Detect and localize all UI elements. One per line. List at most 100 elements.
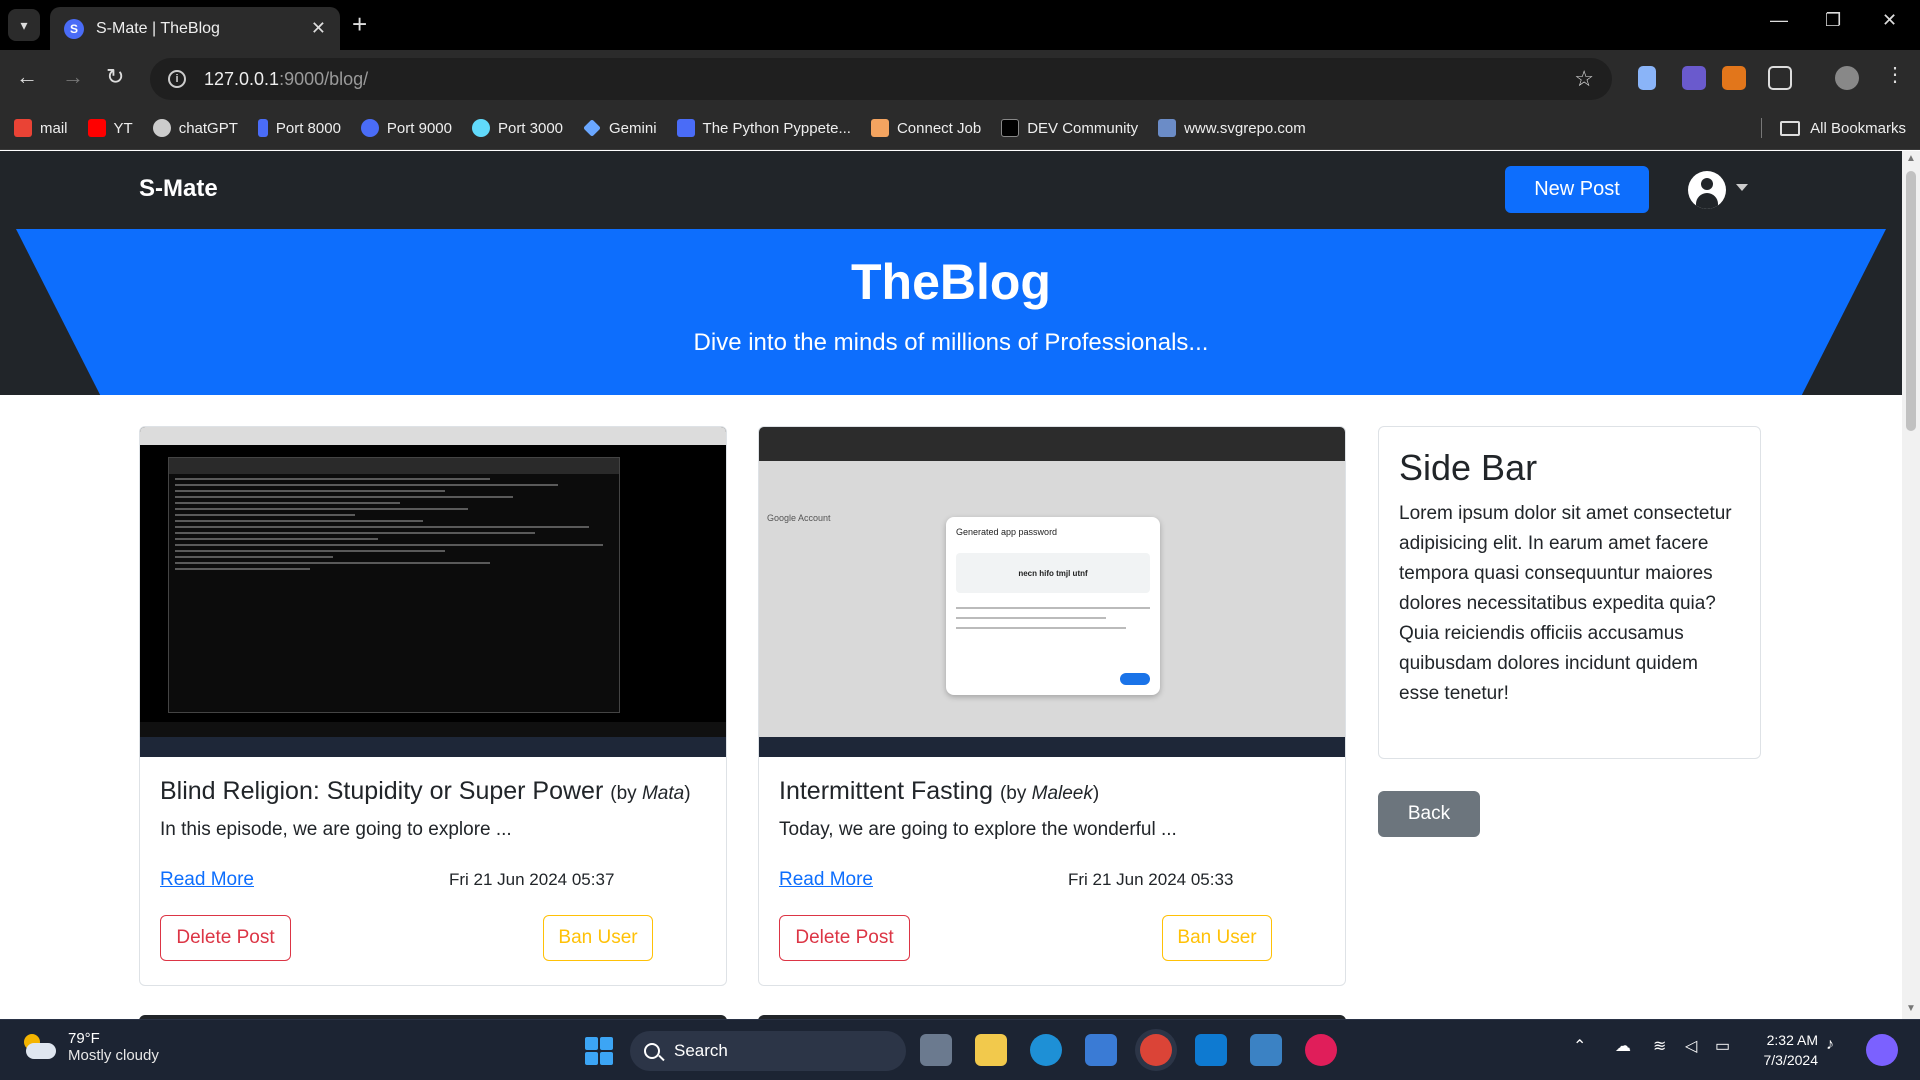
site-info-icon[interactable]: i — [168, 70, 186, 88]
react-icon — [471, 119, 490, 137]
weather-desc: Mostly cloudy — [68, 1047, 159, 1064]
bookmark-label: Port 8000 — [275, 119, 341, 137]
tab-close-icon[interactable]: ✕ — [311, 18, 326, 39]
back-arrow-icon[interactable]: ← — [16, 64, 38, 90]
browser-tab-active[interactable]: S S-Mate | TheBlog ✕ — [50, 7, 340, 50]
edge-icon[interactable] — [1030, 1034, 1062, 1066]
file-explorer-icon[interactable] — [975, 1034, 1007, 1066]
delete-post-button[interactable]: Delete Post — [779, 915, 910, 961]
bookmark-label: www.svgrepo.com — [1184, 119, 1306, 137]
user-avatar-icon[interactable] — [1688, 171, 1726, 209]
store-icon[interactable] — [1085, 1034, 1117, 1066]
volume-icon[interactable]: ◁ — [1685, 1036, 1697, 1056]
copilot-icon[interactable] — [1866, 1034, 1898, 1066]
bookmark-dev-community[interactable]: DEV Community — [1001, 119, 1138, 137]
people-icon — [870, 119, 889, 137]
image-google-account-text: Google Account — [767, 513, 831, 523]
bookmarks-divider — [1761, 118, 1763, 138]
search-icon — [644, 1043, 660, 1059]
dev-icon — [1001, 119, 1020, 137]
taskbar-search-label: Search — [674, 1041, 728, 1060]
post-image[interactable] — [140, 427, 726, 757]
extensions-puzzle-icon[interactable] — [1768, 66, 1792, 90]
delete-post-button[interactable]: Delete Post — [160, 915, 291, 961]
task-view-icon[interactable] — [920, 1034, 952, 1066]
read-more-link[interactable]: Read More — [779, 869, 873, 891]
post-author: Mata — [641, 783, 685, 804]
bookmark-chatgpt[interactable]: chatGPT — [152, 119, 238, 137]
onedrive-icon[interactable]: ☁ — [1615, 1036, 1631, 1056]
bookmark-yt[interactable]: YT — [87, 119, 133, 137]
bookmark-label: Port 3000 — [497, 119, 564, 137]
chrome-icon[interactable] — [1140, 1034, 1172, 1066]
sidebar-text: Lorem ipsum dolor sit amet consectetur a… — [1399, 503, 1732, 704]
hero-banner: TheBlog Dive into the minds of millions … — [0, 229, 1902, 395]
brand-link[interactable]: S-Mate — [139, 175, 218, 203]
taskbar-clock[interactable]: 2:32 AM 7/3/2024 — [1752, 1030, 1819, 1070]
browser-menu-icon[interactable]: ⋮ — [1885, 62, 1905, 86]
clock-date: 7/3/2024 — [1763, 1052, 1819, 1068]
notepad-icon[interactable] — [1250, 1034, 1282, 1066]
page-viewport: S-Mate New Post TheBlog Dive into the mi… — [0, 151, 1902, 1019]
bookmark-mail[interactable]: mail — [14, 119, 68, 137]
tab-search-button[interactable]: ▾ — [8, 9, 40, 41]
byline-prefix: (by — [999, 783, 1032, 804]
vscode-icon[interactable] — [1195, 1034, 1227, 1066]
bookmark-label: YT — [113, 119, 133, 137]
back-button[interactable]: Back — [1378, 791, 1480, 837]
ban-user-button[interactable]: Ban User — [1162, 915, 1272, 961]
tray-chevron-icon[interactable]: ⌃ — [1573, 1036, 1586, 1056]
profile-avatar-icon[interactable] — [1835, 66, 1859, 90]
bookmark-star-icon[interactable]: ☆ — [1574, 66, 1594, 92]
new-tab-button[interactable]: + — [352, 10, 367, 38]
page-scrollbar[interactable]: ▲ ▼ — [1902, 151, 1920, 1019]
scrollbar-thumb[interactable] — [1906, 171, 1916, 431]
hero-subtitle: Dive into the minds of millions of Profe… — [693, 329, 1209, 356]
taskbar-search[interactable]: Search — [630, 1031, 906, 1071]
window-close-icon[interactable]: ✕ — [1882, 10, 1897, 31]
read-more-link[interactable]: Read More — [160, 869, 254, 891]
windows-start-icon[interactable] — [585, 1037, 613, 1065]
gemini-icon — [583, 119, 601, 137]
extension-docs-icon[interactable] — [1638, 66, 1656, 90]
image-dialog-title: Generated app password — [956, 527, 1058, 537]
bookmark-port-3000[interactable]: Port 3000 — [471, 119, 564, 137]
bookmark-label: chatGPT — [178, 119, 238, 137]
address-bar[interactable]: i 127.0.0.1:9000/blog/ ☆ — [150, 58, 1612, 100]
scroll-down-icon[interactable]: ▼ — [1906, 1003, 1916, 1014]
site-navbar: S-Mate New Post — [0, 151, 1902, 229]
all-bookmarks[interactable]: All Bookmarks — [1761, 118, 1906, 138]
battery-icon[interactable]: ▭ — [1715, 1036, 1730, 1056]
post-author: Maleek — [1031, 783, 1093, 804]
new-post-button[interactable]: New Post — [1505, 166, 1649, 213]
post-title-text: Intermittent Fasting — [779, 777, 993, 805]
notification-bell-icon[interactable]: ♪ — [1826, 1036, 1834, 1054]
bookmark-port-9000[interactable]: Port 9000 — [360, 119, 452, 137]
bookmark-label: Connect Job — [896, 119, 982, 137]
restore-icon[interactable]: ❐ — [1825, 10, 1841, 31]
weather-widget[interactable]: 79°F Mostly cloudy — [20, 1030, 159, 1064]
browser-toolbar: ← → ↻ i 127.0.0.1:9000/blog/ ☆ — [0, 50, 1920, 107]
post-byline: (by Maleek) — [1000, 783, 1099, 804]
bookmark-gemini[interactable]: Gemini — [583, 119, 657, 137]
port-icon — [360, 119, 379, 137]
bookmark-python-puppeteer[interactable]: The Python Pyppete... — [676, 119, 851, 137]
bookmark-port-8000[interactable]: Port 8000 — [257, 119, 341, 137]
clock-time: 2:32 AM — [1766, 1032, 1818, 1048]
reload-icon[interactable]: ↻ — [106, 64, 124, 90]
dropdown-caret-icon[interactable] — [1736, 184, 1748, 191]
hero-title: TheBlog — [851, 254, 1051, 310]
minimize-icon[interactable]: — — [1770, 10, 1788, 31]
forward-arrow-icon[interactable]: → — [62, 64, 84, 90]
bookmark-connect-job[interactable]: Connect Job — [870, 119, 982, 137]
bookmark-svgrepo[interactable]: www.svgrepo.com — [1158, 119, 1306, 137]
slack-icon[interactable] — [1305, 1034, 1337, 1066]
extension-translate-icon[interactable] — [1682, 66, 1706, 90]
port-icon — [257, 119, 268, 137]
post-image[interactable]: Google Account Generated app password ne… — [759, 427, 1345, 757]
extension-metamask-icon[interactable] — [1722, 66, 1746, 90]
wifi-icon[interactable]: ≋ — [1653, 1036, 1666, 1056]
ban-user-button[interactable]: Ban User — [543, 915, 653, 961]
post-title-text: Blind Religion: Stupidity or Super Power — [160, 777, 604, 805]
scroll-up-icon[interactable]: ▲ — [1906, 153, 1916, 164]
